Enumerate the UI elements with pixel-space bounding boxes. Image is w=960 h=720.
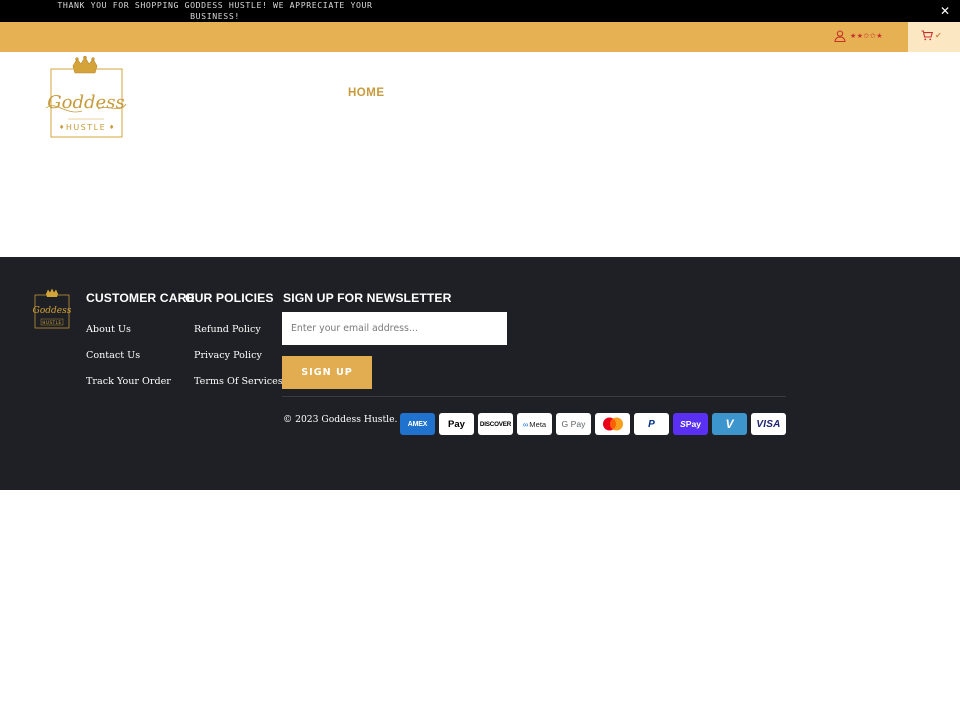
announcement-bar: THANK YOU FOR SHOPPING GODDESS HUSTLE! W… [0, 0, 960, 22]
meta-pay-icon: ∞ Meta [517, 413, 552, 435]
user-icon [834, 30, 846, 42]
footer-logo-word: HUSTLE [42, 320, 61, 325]
footer-link-refund[interactable]: Refund Policy [194, 324, 261, 335]
logo-script: Goddess [47, 92, 124, 113]
footer-link-terms[interactable]: Terms Of Services [194, 376, 283, 387]
footer: Goddess HUSTLE CUSTOMER CARE OUR POLICIE… [0, 257, 960, 490]
newsletter-signup-button[interactable]: SIGN UP [282, 356, 372, 389]
announcement-text: THANK YOU FOR SHOPPING GODDESS HUSTLE! W… [57, 0, 373, 21]
discover-icon: DISCOVER [478, 413, 513, 435]
google-pay-icon: G Pay [556, 413, 591, 435]
newsletter-title: SIGN UP FOR NEWSLETTER [283, 291, 452, 305]
newsletter-email-input[interactable] [282, 312, 507, 345]
cart-icon [921, 30, 933, 41]
close-icon[interactable]: ✕ [939, 5, 951, 17]
paypal-icon: P [634, 413, 669, 435]
logo-word: HUSTLE [66, 123, 106, 132]
mastercard-icon [595, 413, 630, 435]
crown-icon [72, 55, 98, 74]
footer-link-track-order[interactable]: Track Your Order [86, 376, 171, 387]
amex-icon: AMEX [400, 413, 435, 435]
nav-home[interactable]: HOME [348, 87, 385, 99]
svg-text:♦: ♦ [59, 124, 64, 131]
footer-logo[interactable]: Goddess HUSTLE [32, 288, 72, 330]
cart-button[interactable]: ✔ [908, 22, 960, 52]
footer-link-privacy[interactable]: Privacy Policy [194, 350, 262, 361]
customer-care-title: CUSTOMER CARE [86, 291, 195, 305]
visa-icon: VISA [751, 413, 786, 435]
utility-bar: ★★✩✩★ ✔ [0, 22, 960, 52]
footer-link-contact[interactable]: Contact Us [86, 350, 140, 361]
footer-logo-script: Goddess [33, 306, 72, 316]
cart-check: ✔ [935, 31, 942, 40]
account-link[interactable]: ★★✩✩★ [834, 30, 883, 42]
account-stars: ★★✩✩★ [850, 32, 884, 40]
svg-text:♦: ♦ [109, 124, 114, 131]
crown-icon [46, 288, 58, 297]
footer-divider [282, 396, 786, 397]
copyright: © 2023 Goddess Hustle. [283, 414, 398, 425]
venmo-icon: V [712, 413, 747, 435]
site-logo[interactable]: Goddess HUSTLE ♦ ♦ [42, 55, 128, 140]
footer-link-about[interactable]: About Us [86, 324, 131, 335]
apple-pay-icon: Pay [439, 413, 474, 435]
payment-icons: AMEX Pay DISCOVER ∞ Meta G Pay P S Pay V V… [400, 413, 786, 435]
policies-title: OUR POLICIES [185, 291, 274, 305]
shop-pay-icon: S Pay [673, 413, 708, 435]
